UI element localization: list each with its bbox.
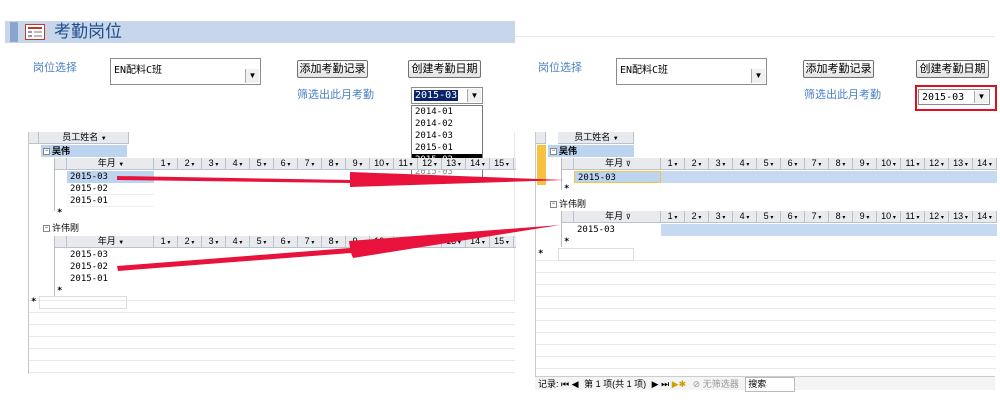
annotation-arrows (117, 172, 565, 271)
arrow-2 (117, 225, 560, 271)
arrow-1 (117, 172, 565, 187)
